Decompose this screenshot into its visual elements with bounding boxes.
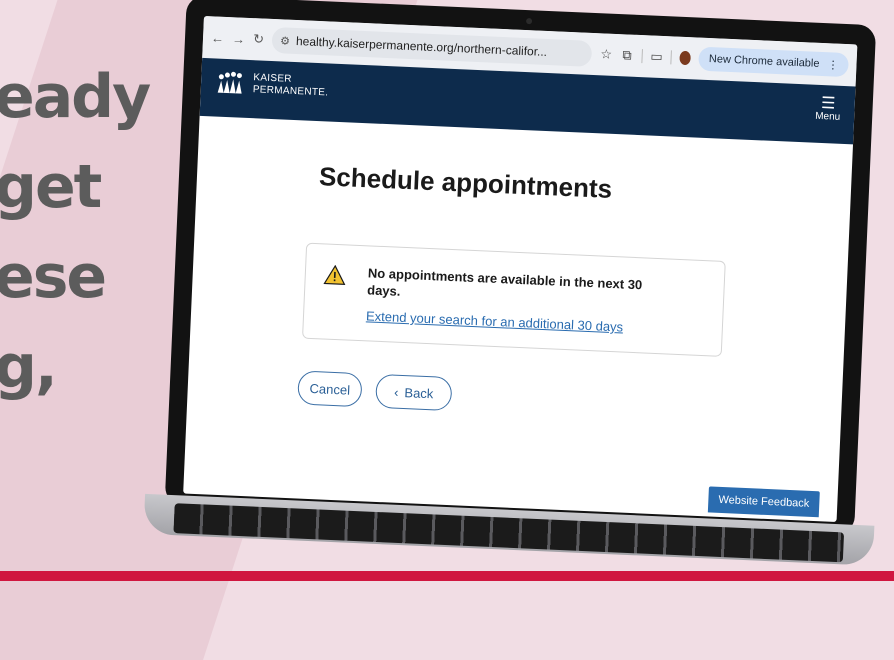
- menu-label: Menu: [814, 110, 841, 123]
- main-content: Schedule appointments No appointments ar…: [184, 116, 853, 504]
- accent-bar: [0, 571, 894, 581]
- cast-icon[interactable]: ▭: [650, 48, 663, 65]
- more-menu-icon[interactable]: ⋮: [827, 58, 839, 71]
- back-button[interactable]: ‹ Back: [375, 373, 453, 412]
- laptop-screen: ← → ↻ ⚙ healthy.kaiserpermanente.org/nor…: [183, 15, 858, 523]
- update-label: New Chrome available: [708, 53, 820, 70]
- toolbar-divider: [641, 49, 643, 64]
- background-text-line: g,: [0, 332, 58, 402]
- bookmark-star-icon[interactable]: ☆: [600, 46, 613, 63]
- chrome-update-button[interactable]: New Chrome available ⋮: [698, 46, 849, 78]
- warning-icon: [323, 264, 346, 285]
- extend-search-link[interactable]: Extend your search for an additional 30 …: [366, 308, 624, 334]
- forward-arrow-icon[interactable]: →: [232, 31, 246, 47]
- cancel-label: Cancel: [309, 380, 351, 398]
- website-feedback-button[interactable]: Website Feedback: [707, 486, 820, 518]
- page-title: Schedule appointments: [318, 161, 613, 204]
- laptop: ← → ↻ ⚙ healthy.kaiserpermanente.org/nor…: [143, 0, 877, 566]
- background-text-line: ese: [0, 242, 107, 312]
- cancel-button[interactable]: Cancel: [297, 370, 363, 408]
- url-text: healthy.kaiserpermanente.org/northern-ca…: [295, 34, 548, 59]
- back-label: Back: [404, 384, 434, 401]
- menu-button[interactable]: ☰ Menu: [814, 94, 841, 123]
- back-arrow-icon[interactable]: ←: [211, 30, 225, 46]
- laptop-bezel: ← → ↻ ⚙ healthy.kaiserpermanente.org/nor…: [164, 0, 877, 535]
- camera-icon: [525, 18, 533, 25]
- background-headline: eady get ese g,: [0, 52, 151, 412]
- kaiser-logo[interactable]: KAISER PERMANENTE.: [215, 71, 329, 100]
- background-text-line: get: [0, 152, 102, 222]
- alert-message: No appointments are available in the nex…: [366, 265, 643, 299]
- kaiser-people-icon: [217, 71, 242, 94]
- no-appointments-alert: No appointments are available in the nex…: [302, 242, 726, 357]
- extensions-icon[interactable]: ⧉: [620, 47, 633, 64]
- logo-wordmark: KAISER PERMANENTE.: [253, 72, 330, 99]
- background-text-line: eady: [0, 62, 151, 132]
- address-bar[interactable]: ⚙ healthy.kaiserpermanente.org/northern-…: [271, 26, 593, 67]
- logo-line: PERMANENTE.: [252, 84, 329, 99]
- site-settings-icon[interactable]: ⚙: [280, 34, 290, 47]
- toolbar-divider: [670, 50, 673, 65]
- hamburger-icon: ☰: [820, 94, 836, 113]
- reload-icon[interactable]: ↻: [253, 31, 265, 47]
- profile-avatar[interactable]: [679, 50, 692, 66]
- chevron-left-icon: ‹: [393, 384, 399, 400]
